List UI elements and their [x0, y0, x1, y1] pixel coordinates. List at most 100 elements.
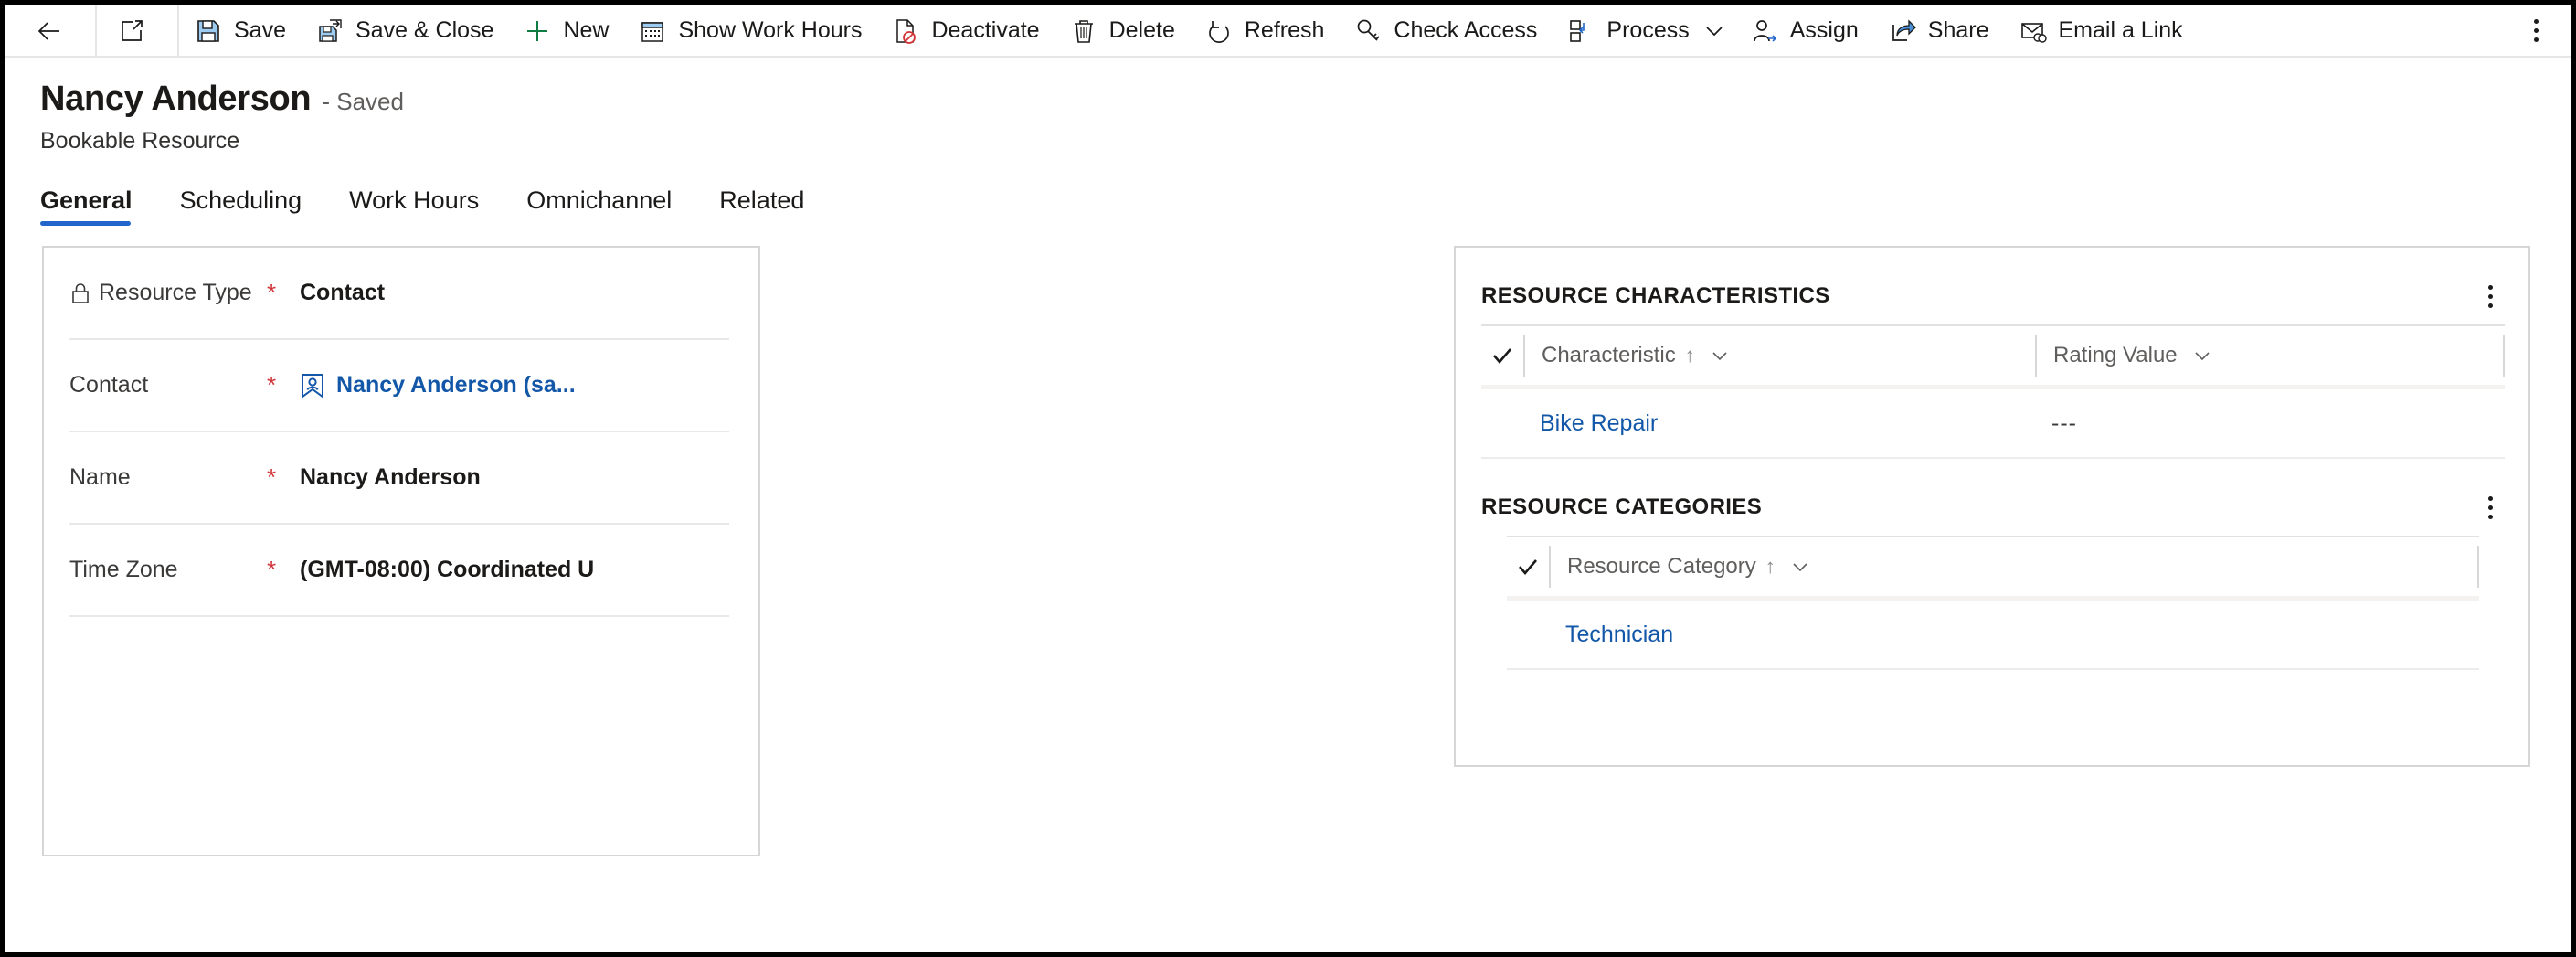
assign-button[interactable]: Assign	[1735, 5, 1873, 57]
back-arrow-icon	[35, 16, 64, 46]
command-bar: Save Save & Close New Show Work Hours De…	[5, 5, 2571, 58]
chevron-down-icon[interactable]	[1710, 346, 1730, 366]
field-label: Contact	[69, 372, 149, 398]
subgrids-card: RESOURCE CHARACTERISTICS Characteristic …	[1454, 246, 2530, 767]
section-more-commands-button[interactable]	[2475, 489, 2505, 526]
dot	[2487, 284, 2493, 290]
column-edge-divider	[2477, 546, 2479, 588]
process-button[interactable]: Process	[1552, 5, 1692, 57]
field-value-contact-wrapper[interactable]: Nancy Anderson (sa...	[300, 372, 576, 399]
calendar-icon	[638, 16, 667, 46]
field-value-name: Nancy Anderson	[300, 464, 481, 490]
popout-icon	[117, 16, 146, 46]
back-button[interactable]	[15, 5, 95, 57]
save-and-close-label: Save & Close	[355, 17, 494, 43]
section-header-resource-categories: RESOURCE CATEGORIES	[1456, 479, 2528, 536]
select-all-checkmark-icon[interactable]	[1507, 555, 1549, 579]
field-label: Resource Type	[99, 280, 252, 305]
assign-label: Assign	[1789, 17, 1859, 43]
table-row[interactable]: Technician	[1507, 601, 2479, 670]
process-label: Process	[1606, 17, 1690, 43]
dot	[2533, 28, 2539, 33]
save-label: Save	[234, 17, 286, 43]
required-marker: *	[267, 463, 277, 491]
tab-related[interactable]: Related	[719, 186, 804, 226]
share-label: Share	[1927, 17, 1989, 43]
save-and-close-icon	[315, 16, 345, 46]
contact-record-icon	[300, 373, 325, 399]
required-marker: *	[267, 556, 277, 583]
refresh-label: Refresh	[1244, 17, 1325, 43]
field-value-resource-type: Contact	[300, 280, 386, 305]
status-badge: - Saved	[322, 88, 404, 115]
field-label: Name	[69, 464, 131, 490]
dot	[2533, 19, 2539, 24]
field-value-time-zone: (GMT-08:00) Coordinated U	[300, 557, 595, 582]
tab-omnichannel[interactable]: Omnichannel	[526, 186, 672, 226]
field-divider	[69, 615, 729, 617]
grid-header-row: Resource Category ↑	[1507, 536, 2479, 596]
dot	[2487, 505, 2493, 510]
field-row-contact[interactable]: Contact * Nancy Anderson (sa...	[69, 338, 729, 431]
entity-name: Bookable Resource	[40, 128, 240, 154]
more-commands-button[interactable]	[2518, 5, 2554, 57]
section-title: RESOURCE CHARACTERISTICS	[1481, 283, 1830, 308]
email-a-link-label: Email a Link	[2058, 17, 2183, 43]
field-label: Time Zone	[69, 557, 178, 582]
grid-resource-characteristics: Characteristic ↑ Rating Value Bike Repai…	[1481, 324, 2505, 459]
tab-scheduling[interactable]: Scheduling	[180, 186, 302, 226]
field-label-wrapper: Time Zone	[69, 557, 252, 583]
share-icon	[1888, 16, 1917, 46]
chevron-down-icon[interactable]	[1790, 557, 1810, 577]
field-row-name[interactable]: Name * Nancy Anderson	[69, 431, 729, 523]
save-and-close-button[interactable]: Save & Close	[301, 5, 508, 57]
process-icon	[1566, 16, 1595, 46]
sort-ascending-icon: ↑	[1765, 555, 1776, 578]
dot	[2533, 37, 2539, 42]
column-label: Resource Category	[1567, 554, 1756, 579]
column-header-characteristic[interactable]: Characteristic ↑	[1523, 335, 2035, 377]
column-label: Characteristic	[1542, 343, 1676, 367]
deactivate-button[interactable]: Deactivate	[876, 5, 1054, 57]
save-button[interactable]: Save	[179, 5, 301, 57]
chevron-down-icon[interactable]	[2192, 346, 2212, 366]
grid-resource-categories: Resource Category ↑ Technician	[1507, 536, 2479, 670]
section-header-resource-characteristics: RESOURCE CHARACTERISTICS	[1456, 268, 2528, 324]
cell-characteristic[interactable]: Bike Repair	[1523, 410, 2035, 437]
open-in-new-window-button[interactable]	[97, 5, 177, 57]
field-row-resource-type[interactable]: Resource Type * Contact	[69, 248, 729, 338]
check-access-button[interactable]: Check Access	[1339, 5, 1552, 57]
cell-rating-value: ---	[2051, 409, 2077, 436]
page-title: Nancy Anderson	[40, 80, 312, 118]
column-edge-divider	[2503, 335, 2505, 377]
share-button[interactable]: Share	[1873, 5, 2004, 57]
check-access-label: Check Access	[1394, 17, 1538, 43]
section-more-commands-button[interactable]	[2475, 278, 2505, 314]
column-header-rating-value[interactable]: Rating Value	[2035, 335, 2419, 377]
field-row-time-zone[interactable]: Time Zone * (GMT-08:00) Coordinated U	[69, 523, 729, 615]
refresh-button[interactable]: Refresh	[1190, 5, 1340, 57]
required-marker: *	[267, 279, 277, 306]
dot	[2487, 495, 2493, 501]
table-row[interactable]: Bike Repair ---	[1481, 389, 2505, 459]
deactivate-icon	[891, 16, 920, 46]
title-line: Nancy Anderson - Saved	[40, 80, 2571, 119]
process-chevron-down-icon[interactable]	[1693, 5, 1735, 57]
new-button[interactable]: New	[508, 5, 623, 57]
field-label-wrapper: Contact	[69, 372, 252, 399]
select-all-checkmark-icon[interactable]	[1481, 344, 1523, 367]
tab-general[interactable]: General	[40, 186, 133, 226]
new-plus-icon	[523, 16, 552, 46]
cell-resource-category[interactable]: Technician	[1549, 622, 2061, 648]
dot	[2487, 293, 2493, 299]
delete-button[interactable]: Delete	[1055, 5, 1190, 57]
key-icon	[1353, 16, 1383, 46]
column-header-resource-category[interactable]: Resource Category ↑	[1549, 546, 2061, 588]
dot	[2487, 514, 2493, 519]
show-work-hours-button[interactable]: Show Work Hours	[623, 5, 876, 57]
required-marker: *	[267, 371, 277, 399]
email-a-link-button[interactable]: Email a Link	[2004, 5, 2198, 57]
app-window: Save Save & Close New Show Work Hours De…	[5, 5, 2571, 952]
tab-strip: General Scheduling Work Hours Omnichanne…	[5, 178, 2571, 226]
tab-work-hours[interactable]: Work Hours	[349, 186, 479, 226]
